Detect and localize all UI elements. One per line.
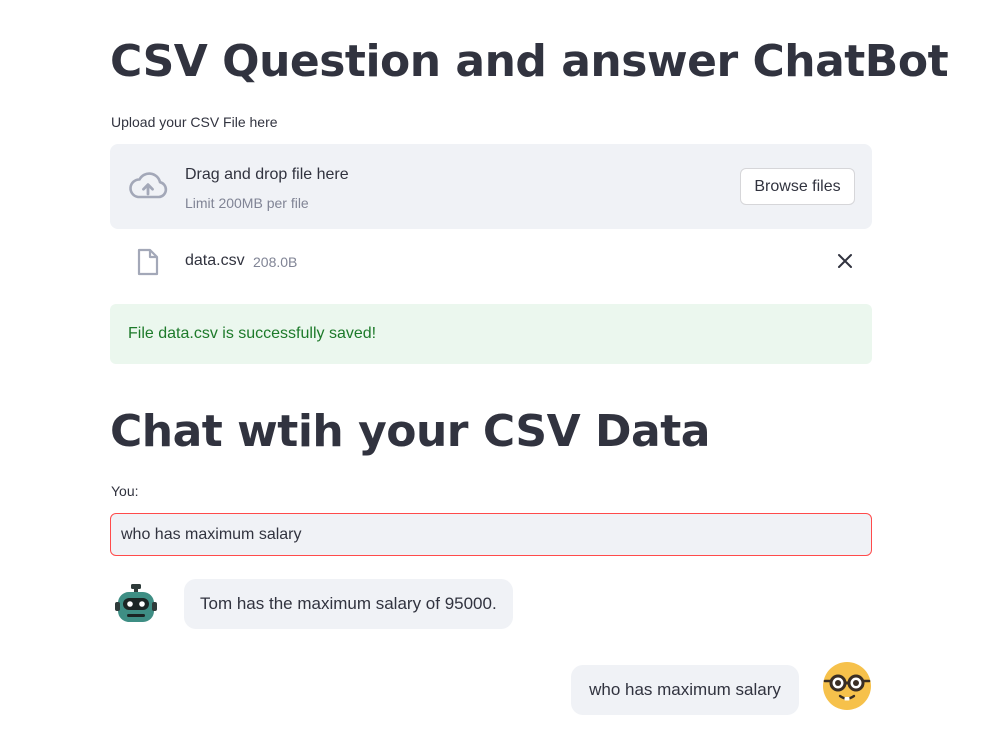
file-icon — [137, 248, 159, 276]
dropzone-title: Drag and drop file here — [185, 166, 349, 183]
close-icon[interactable] — [834, 250, 856, 272]
bot-message: Tom has the maximum salary of 95000. — [184, 579, 513, 629]
chat-input-label: You: — [111, 483, 139, 499]
success-alert: File data.csv is successfully saved! — [110, 304, 872, 364]
cloud-upload-icon — [129, 172, 168, 199]
file-name: data.csv — [185, 252, 245, 269]
file-dropzone[interactable]: Drag and drop file here Limit 200MB per … — [110, 144, 872, 229]
browse-files-button[interactable]: Browse files — [740, 168, 855, 205]
file-size: 208.0B — [253, 254, 298, 270]
nerd-face-avatar — [823, 662, 871, 710]
uploaded-file-row: data.csv 208.0B — [110, 240, 872, 284]
user-message: who has maximum salary — [571, 665, 799, 715]
page-title: CSV Question and answer ChatBot — [110, 36, 949, 87]
success-message: File data.csv is successfully saved! — [128, 325, 377, 342]
upload-label: Upload your CSV File here — [111, 114, 278, 130]
dropzone-limit: Limit 200MB per file — [185, 195, 309, 211]
robot-avatar — [115, 584, 157, 622]
chat-heading: Chat wtih your CSV Data — [110, 406, 710, 457]
chat-input[interactable] — [110, 513, 872, 556]
app-page: CSV Question and answer ChatBot Upload y… — [0, 0, 1000, 750]
